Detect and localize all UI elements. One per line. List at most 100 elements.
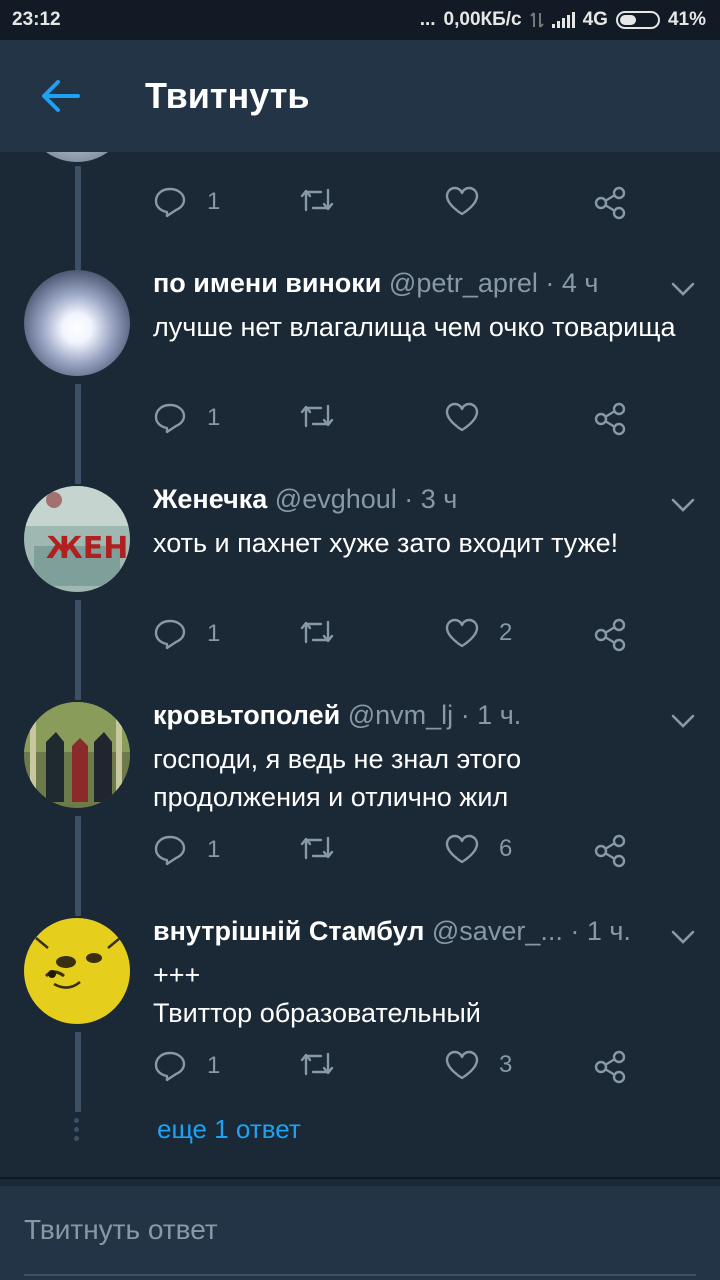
like-button[interactable] xyxy=(445,402,499,432)
tweet-time: · 1 ч. xyxy=(562,916,631,946)
share-icon xyxy=(594,834,626,868)
avatar[interactable]: ЖЕНЯ xyxy=(24,486,130,592)
tweet-time: · 3 ч xyxy=(396,484,458,514)
username[interactable]: @nvm_lj xyxy=(348,700,453,730)
reply-button[interactable]: 1 xyxy=(153,834,220,866)
retweet-button[interactable] xyxy=(299,402,355,430)
thread-connector xyxy=(75,1032,81,1112)
share-button[interactable] xyxy=(593,402,627,436)
retweet-button[interactable] xyxy=(299,618,355,646)
retweet-icon xyxy=(300,836,334,860)
display-name[interactable]: Женечка xyxy=(153,484,267,514)
thread-dots xyxy=(74,1118,80,1145)
page-title: Твитнуть xyxy=(145,75,310,116)
retweet-button[interactable] xyxy=(299,834,355,862)
avatar[interactable] xyxy=(24,702,130,808)
tweet-header: по имени виноки @petr_aprel · 4 ч xyxy=(153,268,650,299)
chevron-down-icon[interactable] xyxy=(670,712,696,730)
tweet-actions: 1 xyxy=(153,402,633,442)
status-bar: 23:12 ... 0,00КБ/с 4G 41% xyxy=(0,0,720,40)
reply-icon xyxy=(154,835,186,866)
display-name[interactable]: кровьтополей xyxy=(153,700,340,730)
share-button[interactable] xyxy=(593,1050,627,1084)
reply-input[interactable] xyxy=(24,1186,696,1276)
share-icon xyxy=(594,402,626,436)
reply-icon xyxy=(154,403,186,434)
back-button[interactable] xyxy=(30,66,90,126)
like-count: 3 xyxy=(499,1051,513,1078)
reply-icon xyxy=(154,619,186,650)
tweet-actions: 1 6 xyxy=(153,834,633,874)
tweet-text-line: +++ xyxy=(153,960,201,990)
share-button[interactable] xyxy=(593,186,627,220)
username[interactable]: @petr_aprel xyxy=(389,268,538,298)
reply-count: 1 xyxy=(207,1052,221,1079)
avatar[interactable] xyxy=(24,918,130,1024)
share-icon xyxy=(594,186,626,220)
tweet-actions: 1 3 xyxy=(153,1050,633,1090)
status-dots: ... xyxy=(419,9,436,30)
avatar[interactable] xyxy=(24,152,130,162)
username[interactable]: @saver_... xyxy=(432,916,563,946)
reply-button[interactable]: 1 xyxy=(153,402,220,434)
thread-connector xyxy=(75,600,81,700)
tweet-time: · 4 ч xyxy=(537,268,599,298)
heart-icon xyxy=(445,834,479,864)
tweet-text: +++ Твиттор образовательный xyxy=(153,956,680,1032)
thread-connector xyxy=(75,384,81,484)
display-name[interactable]: по имени виноки xyxy=(153,268,381,298)
tweet-text: хоть и пахнет хуже зато входит туже! xyxy=(153,528,619,558)
like-count: 2 xyxy=(499,619,513,646)
signal-icon xyxy=(551,12,575,28)
retweet-button[interactable] xyxy=(299,186,355,214)
thread-connector xyxy=(75,816,81,916)
share-icon xyxy=(594,1050,626,1084)
reply-count: 1 xyxy=(207,188,221,215)
tweet-actions: 1 2 xyxy=(153,618,633,658)
chevron-down-icon[interactable] xyxy=(670,280,696,298)
reply-icon xyxy=(154,1051,186,1082)
retweet-icon xyxy=(300,188,334,212)
arrow-left-icon xyxy=(42,80,80,112)
display-name[interactable]: внутрішній Стамбул xyxy=(153,916,424,946)
reply-count: 1 xyxy=(207,620,221,647)
thread[interactable]: 1 по имени виноки @petr_aprel · 4 ч лучш… xyxy=(0,152,720,1177)
retweet-button[interactable] xyxy=(299,1050,355,1078)
like-button[interactable]: 3 xyxy=(445,1050,512,1080)
battery-icon xyxy=(615,11,660,29)
svg-text:ЖЕНЯ: ЖЕНЯ xyxy=(46,531,130,566)
app-header: Твитнуть xyxy=(0,40,720,152)
tweet-header: внутрішній Стамбул @saver_... · 1 ч. xyxy=(153,916,650,947)
reply-button[interactable]: 1 xyxy=(153,1050,220,1082)
network-speed: 0,00КБ/с xyxy=(443,9,522,30)
tweet-actions: 1 xyxy=(153,186,633,226)
chevron-down-icon[interactable] xyxy=(670,496,696,514)
like-button[interactable]: 2 xyxy=(445,618,512,648)
thread-connector xyxy=(75,166,81,270)
share-button[interactable] xyxy=(593,834,627,868)
show-more-replies-link[interactable]: еще 1 ответ xyxy=(157,1114,301,1145)
heart-icon xyxy=(445,186,479,216)
reply-icon xyxy=(154,187,186,218)
battery-level: 41% xyxy=(667,9,706,30)
retweet-icon xyxy=(300,1052,334,1076)
tweet-header: кровьтополей @nvm_lj · 1 ч. xyxy=(153,700,650,731)
tweet-header: Женечка @evghoul · 3 ч xyxy=(153,484,650,515)
heart-icon xyxy=(445,618,479,648)
reply-bar xyxy=(0,1186,720,1280)
reply-count: 1 xyxy=(207,836,221,863)
like-count: 6 xyxy=(499,835,513,862)
like-button[interactable]: 6 xyxy=(445,834,512,864)
share-icon xyxy=(594,618,626,652)
avatar[interactable] xyxy=(24,270,130,376)
heart-icon xyxy=(445,402,479,432)
reply-button[interactable]: 1 xyxy=(153,618,220,650)
like-button[interactable] xyxy=(445,186,499,216)
reply-count: 1 xyxy=(207,404,221,431)
tweet-text-line: Твиттор образовательный xyxy=(153,998,481,1028)
share-button[interactable] xyxy=(593,618,627,652)
chevron-down-icon[interactable] xyxy=(670,928,696,946)
username[interactable]: @evghoul xyxy=(275,484,397,514)
retweet-icon xyxy=(300,620,334,644)
reply-button[interactable]: 1 xyxy=(153,186,220,218)
